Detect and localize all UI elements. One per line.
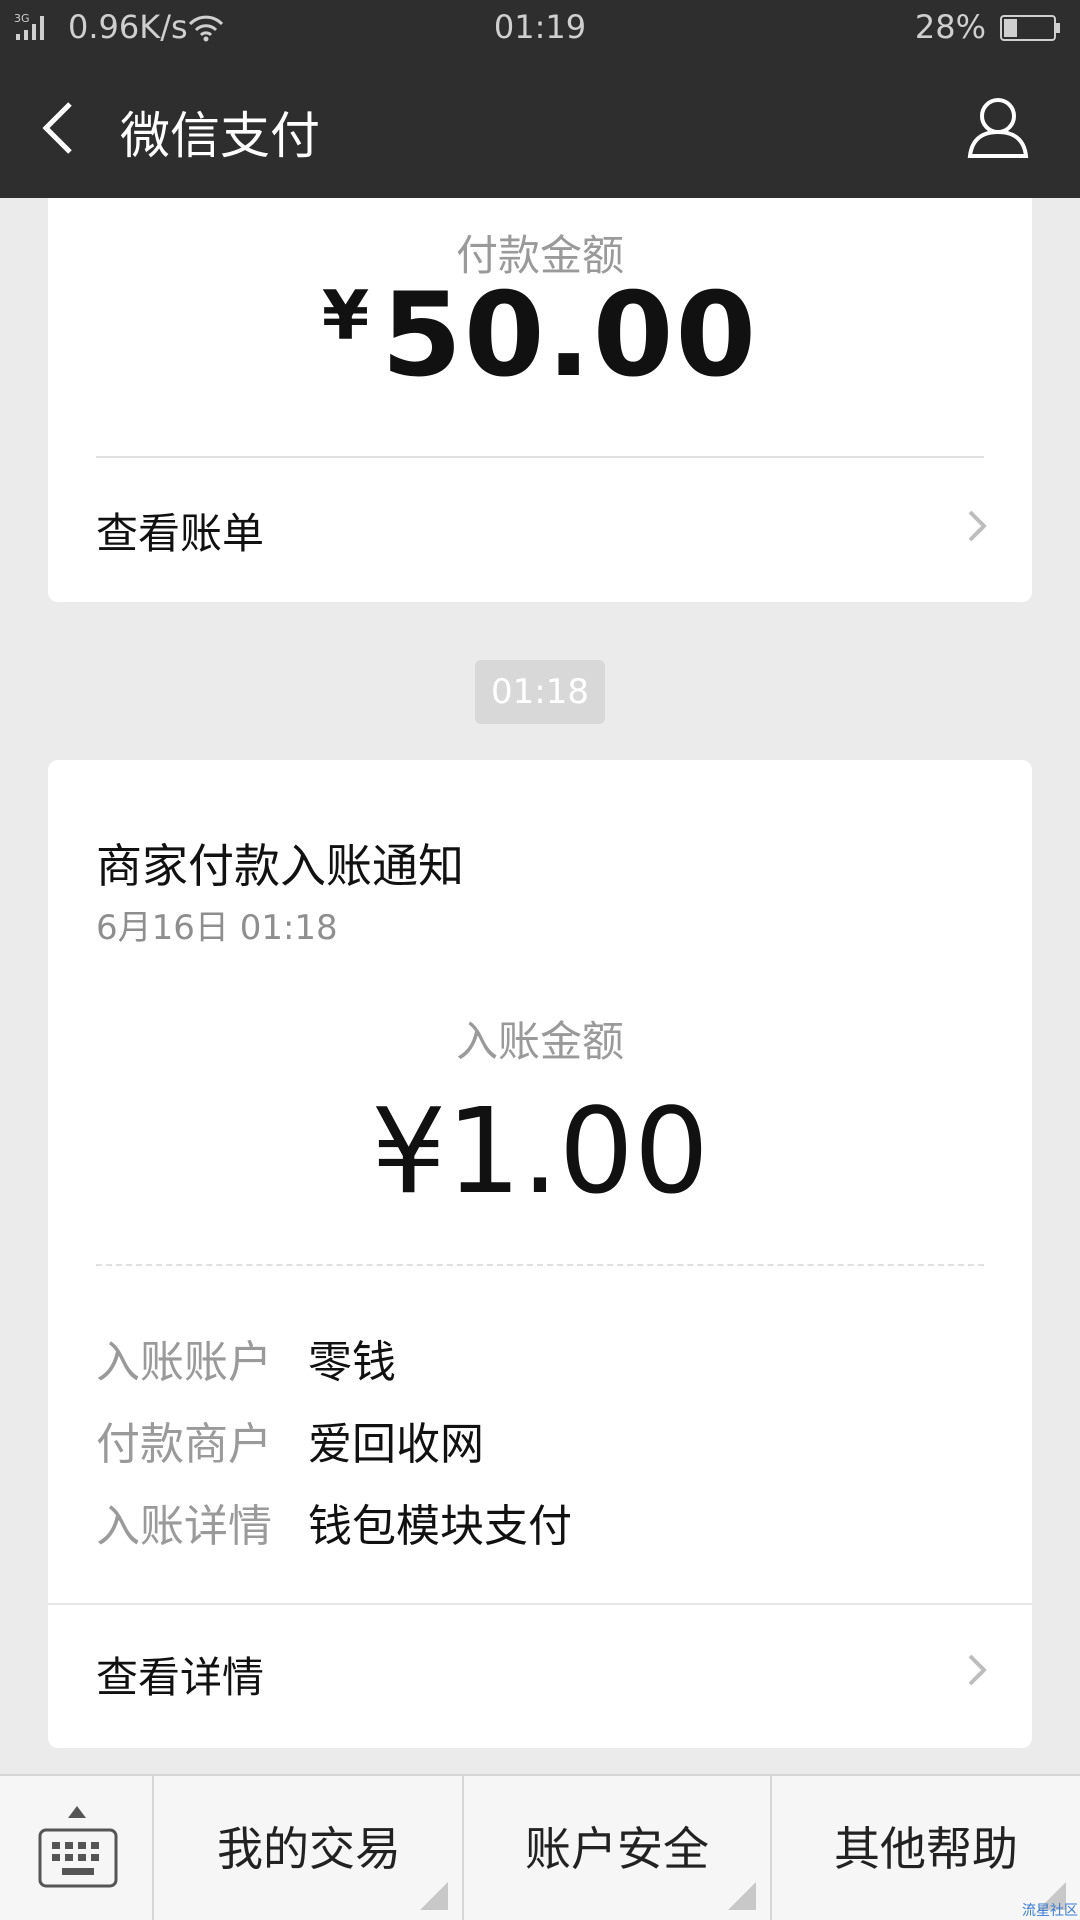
menu-my-transactions[interactable]: 我的交易 — [156, 1776, 464, 1920]
chevron-right-icon — [968, 1654, 987, 1686]
view-bill-link[interactable]: 查看账单 — [96, 500, 992, 561]
notice-date: 6月16日 01:18 — [96, 908, 338, 948]
payment-amount-value: 50.00 — [381, 268, 759, 403]
bottom-menu: 我的交易 账户安全 其他帮助 流星社区 — [0, 1774, 1080, 1920]
view-bill-label: 查看账单 — [96, 509, 265, 558]
info-row: 入账账户 零钱 — [96, 1326, 396, 1390]
keyboard-toggle[interactable] — [0, 1776, 154, 1920]
divider — [48, 1603, 1032, 1605]
caret-up-icon — [68, 1806, 86, 1818]
view-details-label: 查看详情 — [96, 1653, 265, 1702]
info-value: 钱包模块支付 — [308, 1501, 572, 1552]
info-row: 付款商户 爱回收网 — [96, 1408, 484, 1472]
info-row: 入账详情 钱包模块支付 — [96, 1490, 572, 1554]
keyboard-icon — [38, 1828, 118, 1888]
battery-percent: 28% — [914, 8, 986, 46]
info-value: 爱回收网 — [308, 1419, 484, 1470]
nav-bar: 微信支付 — [0, 58, 1080, 198]
menu-other-help[interactable]: 其他帮助 — [772, 1776, 1080, 1920]
payment-card: 付款金额 ¥50.00 查看账单 — [48, 198, 1032, 602]
info-value: 零钱 — [308, 1337, 396, 1388]
menu-label: 账户安全 — [525, 1822, 709, 1876]
notice-card: 商家付款入账通知 6月16日 01:18 入账金额 ¥1.00 入账账户 零钱 付… — [48, 760, 1032, 1748]
submenu-corner-icon — [420, 1882, 448, 1910]
divider — [96, 456, 984, 458]
chevron-right-icon — [968, 510, 987, 542]
payment-amount: ¥50.00 — [48, 268, 1032, 403]
battery-icon — [1000, 15, 1060, 41]
view-details-link[interactable]: 查看详情 — [96, 1644, 992, 1705]
back-arrow-icon[interactable] — [34, 96, 84, 160]
notice-title: 商家付款入账通知 — [96, 839, 464, 893]
watermark: 流星社区 — [1022, 1903, 1078, 1919]
submenu-corner-icon — [728, 1882, 756, 1910]
received-amount-label: 入账金额 — [455, 1017, 624, 1066]
dashed-divider — [96, 1264, 984, 1266]
info-key: 入账账户 — [96, 1337, 272, 1388]
time-divider: 01:18 — [475, 660, 605, 724]
menu-label: 其他帮助 — [834, 1822, 1018, 1876]
info-key: 入账详情 — [96, 1501, 272, 1552]
status-bar: 3G 0.96K/s 01:19 28% — [0, 0, 1080, 58]
profile-icon[interactable] — [966, 94, 1030, 160]
info-key: 付款商户 — [96, 1419, 272, 1470]
page-title: 微信支付 — [120, 107, 320, 165]
currency-symbol: ¥ — [321, 277, 370, 356]
menu-label: 我的交易 — [217, 1822, 401, 1876]
menu-account-security[interactable]: 账户安全 — [464, 1776, 772, 1920]
received-amount: ¥1.00 — [371, 1082, 709, 1220]
